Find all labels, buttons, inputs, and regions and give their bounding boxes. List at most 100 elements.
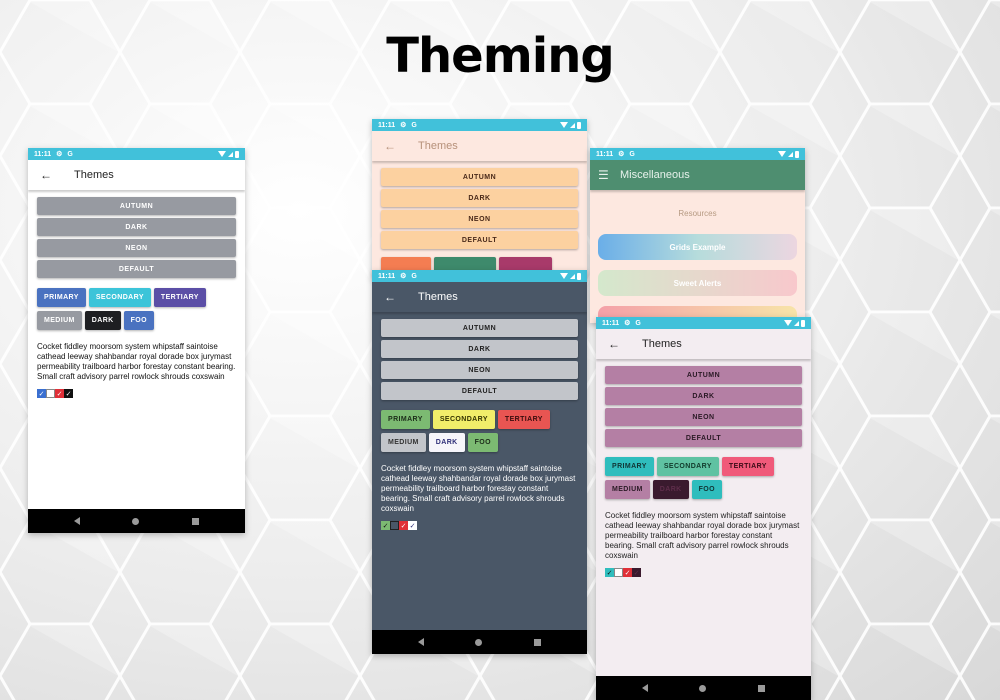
nav-recents-icon[interactable] — [534, 638, 542, 646]
checkbox-danger[interactable]: ✓ — [623, 568, 632, 577]
foo-button[interactable]: FOO — [691, 480, 722, 499]
neon-theme-button[interactable]: NEON — [605, 408, 802, 426]
dark-button[interactable]: DARK — [428, 433, 465, 452]
nav-recents-icon[interactable] — [758, 684, 766, 692]
battery-icon — [801, 319, 805, 327]
screen-title: Themes — [642, 338, 682, 350]
app-bar: ← Themes — [596, 329, 811, 359]
app-bar: ← Themes — [28, 160, 245, 190]
checkbox-danger[interactable]: ✓ — [399, 521, 408, 530]
nav-home-icon[interactable] — [699, 684, 707, 692]
wifi-icon — [218, 151, 226, 157]
battery-icon — [577, 121, 581, 129]
default-theme-button[interactable]: DEFAULT — [37, 260, 236, 278]
foo-button[interactable]: FOO — [467, 433, 498, 452]
dark-theme-button[interactable]: DARK — [37, 218, 236, 236]
checkbox-primary[interactable]: ✓ — [381, 521, 390, 530]
tertiary-button[interactable]: TERTIARY — [497, 410, 550, 429]
time: 11:11 — [602, 319, 620, 327]
primary-button[interactable]: PRIMARY — [605, 457, 654, 476]
gear-icon: ⚙ — [618, 151, 625, 158]
medium-button[interactable]: MEDIUM — [37, 311, 82, 330]
primary-button[interactable]: PRIMARY — [37, 288, 86, 307]
checkbox-dark[interactable]: ✓ — [64, 389, 73, 398]
nav-back-icon[interactable] — [641, 684, 648, 692]
default-theme-button[interactable]: DEFAULT — [381, 382, 578, 400]
gear-icon: ⚙ — [400, 273, 407, 280]
checkbox-primary[interactable]: ✓ — [605, 568, 614, 577]
battery-icon — [577, 272, 581, 280]
dark-button[interactable]: DARK — [84, 311, 121, 330]
time: 11:11 — [34, 150, 52, 158]
primary-button[interactable]: PRIMARY — [381, 410, 430, 429]
secondary-button[interactable]: SECONDARY — [656, 457, 719, 476]
wifi-icon — [784, 320, 792, 326]
sample-paragraph: Cocket fiddley moorsom system whipstaff … — [381, 464, 576, 513]
autumn-theme-button[interactable]: AUTUMN — [605, 366, 802, 384]
autumn-theme-button[interactable]: AUTUMN — [381, 319, 578, 337]
autumn-theme-button[interactable]: AUTUMN — [37, 197, 236, 215]
tertiary-button[interactable]: TERTIARY — [153, 288, 206, 307]
screen-title: Miscellaneous — [620, 169, 690, 181]
phone-neon-theme: 11:11 ⚙ G ← Themes AUTUMN DARK NEON DEFAUL… — [596, 317, 811, 700]
google-icon: G — [635, 319, 641, 327]
checkbox-light[interactable]: ✓ — [408, 521, 417, 530]
sweet-alerts-button[interactable]: Sweet Alerts — [598, 270, 797, 296]
tertiary-button[interactable]: TERTIARY — [721, 457, 774, 476]
phone-dark-theme: 11:11 ⚙ G ← Themes AUTUMN DARK NEON DEFAUL… — [372, 270, 587, 654]
resources-label: Resources — [678, 209, 717, 218]
back-arrow-icon[interactable]: ← — [384, 139, 408, 153]
nav-bar — [372, 630, 587, 654]
checkbox-unchecked[interactable] — [46, 389, 55, 398]
menu-icon[interactable]: ☰ — [598, 168, 614, 182]
checkbox-dark[interactable]: ✓ — [632, 568, 641, 577]
back-arrow-icon[interactable]: ← — [608, 337, 632, 351]
nav-bar — [596, 676, 811, 700]
default-theme-button[interactable]: DEFAULT — [381, 231, 578, 249]
wifi-icon — [778, 151, 786, 157]
checkbox-danger[interactable]: ✓ — [55, 389, 64, 398]
google-icon: G — [411, 272, 417, 280]
status-bar: 11:11 ⚙ G — [372, 119, 587, 131]
checkbox-primary[interactable]: ✓ — [37, 389, 46, 398]
grids-example-button[interactable]: Grids Example — [598, 234, 797, 260]
neon-theme-button[interactable]: NEON — [381, 210, 578, 228]
nav-home-icon[interactable] — [475, 638, 483, 646]
app-bar: ☰ Miscellaneous — [590, 160, 805, 190]
google-icon: G — [411, 121, 417, 129]
checkbox-group: ✓ ✓ ✓ — [381, 521, 578, 530]
phone-miscellaneous: 11:11 ⚙ G ☰ Miscellaneous Resources Grids … — [590, 148, 805, 323]
nav-recents-icon[interactable] — [191, 517, 199, 525]
secondary-button[interactable]: SECONDARY — [88, 288, 151, 307]
dark-theme-button[interactable]: DARK — [381, 340, 578, 358]
neon-theme-button[interactable]: NEON — [381, 361, 578, 379]
status-bar: 11:11 ⚙ G — [596, 317, 811, 329]
google-icon: G — [629, 150, 635, 158]
back-arrow-icon[interactable]: ← — [40, 168, 64, 182]
foo-button[interactable]: FOO — [123, 311, 154, 330]
status-bar: 11:11 ⚙ G — [372, 270, 587, 282]
app-bar: ← Themes — [372, 282, 587, 312]
back-arrow-icon[interactable]: ← — [384, 290, 408, 304]
medium-button[interactable]: MEDIUM — [605, 480, 650, 499]
nav-home-icon[interactable] — [132, 517, 140, 525]
nav-back-icon[interactable] — [417, 638, 424, 646]
checkbox-group: ✓ ✓ ✓ — [37, 389, 236, 398]
checkbox-unchecked[interactable] — [614, 568, 623, 577]
battery-icon — [795, 150, 799, 158]
phone-default-theme: 11:11 ⚙ G ← Themes AUTUMN DARK NEON DEFAUL… — [28, 148, 245, 533]
wifi-icon — [560, 273, 568, 279]
dark-button[interactable]: DARK — [652, 480, 689, 499]
medium-button[interactable]: MEDIUM — [381, 433, 426, 452]
autumn-theme-button[interactable]: AUTUMN — [381, 168, 578, 186]
neon-theme-button[interactable]: NEON — [37, 239, 236, 257]
secondary-button[interactable]: SECONDARY — [432, 410, 495, 429]
dark-theme-button[interactable]: DARK — [381, 189, 578, 207]
checkbox-unchecked[interactable] — [390, 521, 399, 530]
default-theme-button[interactable]: DEFAULT — [605, 429, 802, 447]
google-icon: G — [67, 150, 73, 158]
time: 11:11 — [596, 150, 614, 158]
dark-theme-button[interactable]: DARK — [605, 387, 802, 405]
gear-icon: ⚙ — [56, 151, 63, 158]
nav-back-icon[interactable] — [74, 517, 81, 525]
